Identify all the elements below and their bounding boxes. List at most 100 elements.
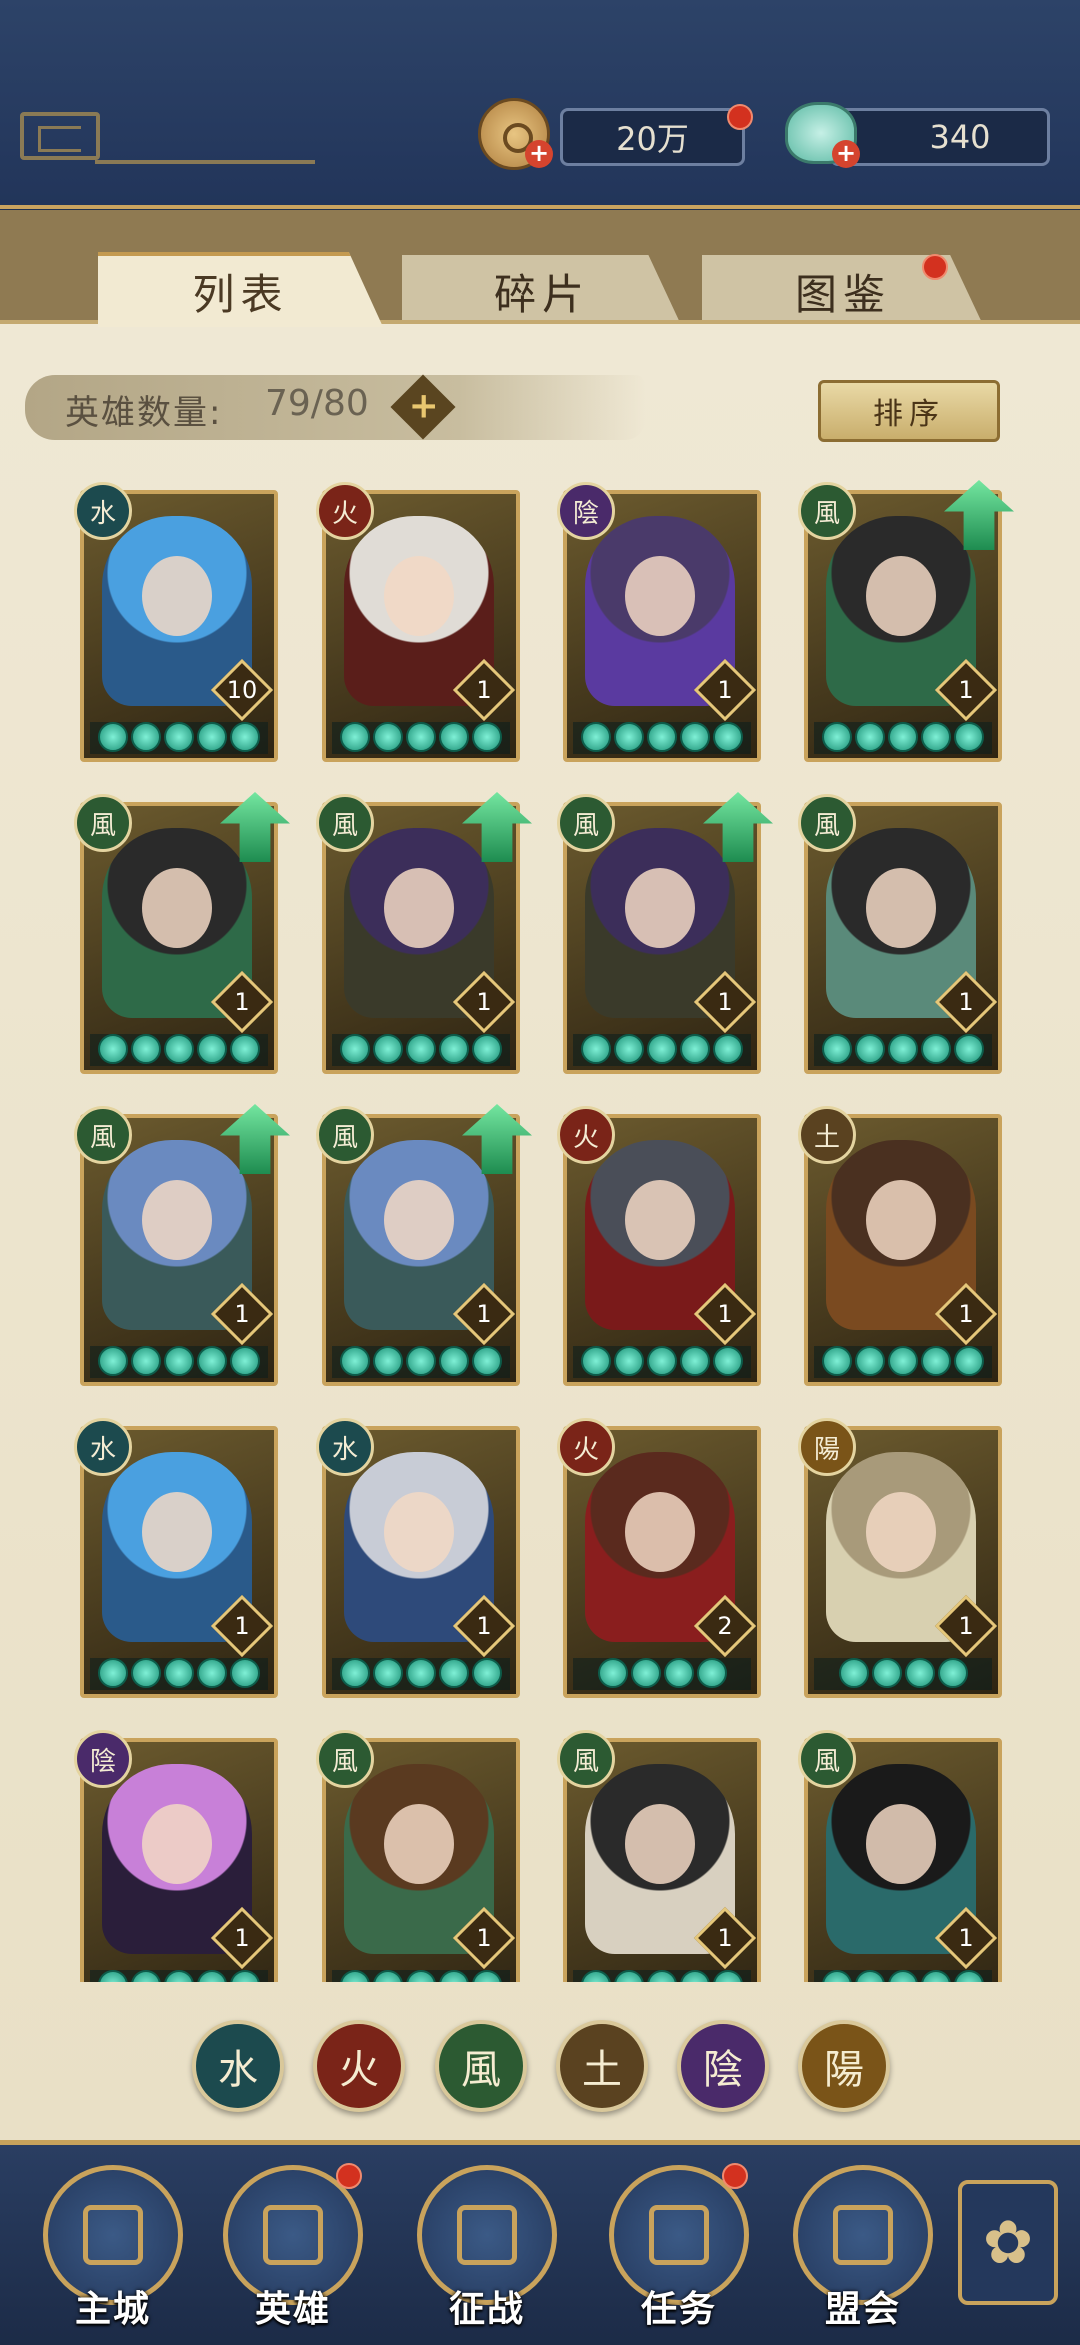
hero-card[interactable]: 陰1: [557, 482, 761, 762]
hero-card[interactable]: 火2: [557, 1418, 761, 1698]
hero-card[interactable]: 風1: [74, 1104, 290, 1386]
nav-item-0[interactable]: 主城: [38, 2165, 188, 2330]
filter-water-button[interactable]: 水: [192, 2020, 284, 2112]
hero-card[interactable]: 風1: [316, 1730, 520, 1982]
hero-level-value: 1: [234, 988, 250, 1016]
add-gems-button[interactable]: +: [832, 140, 860, 168]
jade-star-icon: [164, 1034, 194, 1064]
element-badge: 風: [74, 794, 132, 852]
nav-item-3[interactable]: 任务: [604, 2163, 754, 2330]
jade-star-icon: [131, 1346, 161, 1376]
jade-star-icon: [439, 1034, 469, 1064]
jade-star-icon: [131, 1970, 161, 1982]
top-resource-bar: [0, 0, 1080, 209]
element-badge: 風: [74, 1106, 132, 1164]
jade-star-icon: [921, 722, 951, 752]
jade-star-icon: [406, 722, 436, 752]
hero-card[interactable]: 風1: [316, 792, 532, 1074]
star-rating: [573, 1970, 751, 1982]
hero-card[interactable]: 風1: [798, 794, 1002, 1074]
hero-card[interactable]: 風1: [798, 480, 1014, 762]
jade-star-icon: [197, 1658, 227, 1688]
star-rating: [90, 1658, 268, 1690]
hero-card[interactable]: 水1: [74, 1418, 278, 1698]
jade-star-icon: [98, 722, 128, 752]
filter-yin-button[interactable]: 陰: [677, 2020, 769, 2112]
hero-card[interactable]: 火1: [557, 1106, 761, 1386]
tab-list[interactable]: 列表: [98, 252, 383, 327]
jade-star-icon: [164, 1970, 194, 1982]
jade-star-icon: [98, 1034, 128, 1064]
jade-star-icon: [164, 1658, 194, 1688]
hero-card[interactable]: 風1: [316, 1104, 532, 1386]
hero-level-value: 1: [234, 1924, 250, 1952]
tab-fragments[interactable]: 碎片: [402, 255, 682, 327]
coin-counter[interactable]: 20万: [560, 108, 745, 166]
jade-star-icon: [164, 1346, 194, 1376]
filter-earth-button[interactable]: 土: [556, 2020, 648, 2112]
add-coins-button[interactable]: +: [525, 140, 553, 168]
star-rating: [573, 1034, 751, 1066]
jade-star-icon: [904, 1658, 935, 1688]
element-badge: 土: [798, 1106, 856, 1164]
nav-item-1[interactable]: 英雄: [218, 2163, 368, 2330]
filter-fire-button[interactable]: 火: [313, 2020, 405, 2112]
hero-card[interactable]: 土1: [798, 1106, 1002, 1386]
hero-level-value: 1: [476, 1300, 492, 1328]
jade-star-icon: [197, 1034, 227, 1064]
jade-star-icon: [472, 722, 502, 752]
sort-button[interactable]: 排序: [818, 380, 1000, 442]
jade-star-icon: [614, 1970, 644, 1982]
hero-card[interactable]: 水1: [316, 1418, 520, 1698]
element-badge: 風: [798, 794, 856, 852]
jade-star-icon: [98, 1346, 128, 1376]
hero-card[interactable]: 風1: [557, 1730, 761, 1982]
hero-level-value: 1: [717, 1300, 733, 1328]
hero-level-value: 1: [958, 1924, 974, 1952]
star-rating: [332, 1034, 510, 1066]
tab-codex-label: 图鉴: [794, 269, 891, 319]
jade-star-icon: [131, 1658, 161, 1688]
element-badge: 陰: [74, 1730, 132, 1788]
jade-star-icon: [954, 1970, 984, 1982]
jade-star-icon: [472, 1658, 502, 1688]
element-badge: 火: [557, 1418, 615, 1476]
hero-level-value: 2: [717, 1612, 733, 1640]
jade-star-icon: [822, 722, 852, 752]
hero-level-value: 1: [958, 1300, 974, 1328]
hero-level-value: 1: [717, 988, 733, 1016]
flower-menu-icon[interactable]: ✿: [958, 2180, 1058, 2305]
star-rating: [332, 1658, 510, 1690]
coin-amount: 20万: [616, 120, 689, 158]
hero-card[interactable]: 風1: [74, 792, 290, 1074]
hero-level-value: 1: [958, 988, 974, 1016]
hero-card[interactable]: 風1: [557, 792, 773, 1074]
hero-card[interactable]: 風1: [798, 1730, 1002, 1982]
element-badge: 水: [74, 482, 132, 540]
filter-wind-button[interactable]: 風: [435, 2020, 527, 2112]
jade-star-icon: [340, 1034, 370, 1064]
hero-card[interactable]: 陰1: [74, 1730, 278, 1982]
star-rating: [814, 1970, 992, 1982]
jade-star-icon: [696, 1658, 727, 1688]
element-badge: 陽: [798, 1418, 856, 1476]
hero-card[interactable]: 水 10: [74, 482, 278, 762]
hero-card[interactable]: 火1: [316, 482, 520, 762]
gem-counter[interactable]: 340: [830, 108, 1050, 166]
element-filter-bar: [0, 1985, 1080, 2135]
star-rating: [573, 1658, 751, 1690]
jade-star-icon: [954, 1346, 984, 1376]
nav-item-4[interactable]: 盟会: [788, 2165, 938, 2330]
jade-star-icon: [406, 1346, 436, 1376]
jade-star-icon: [871, 1658, 902, 1688]
element-badge: 風: [316, 1730, 374, 1788]
jade-star-icon: [713, 1346, 743, 1376]
jade-star-icon: [855, 1970, 885, 1982]
jade-star-icon: [614, 1034, 644, 1064]
hero-level-value: 1: [958, 1612, 974, 1640]
nav-item-2[interactable]: 征战: [412, 2165, 562, 2330]
jade-star-icon: [680, 1970, 710, 1982]
filter-yang-button[interactable]: 陽: [798, 2020, 890, 2112]
nav-label: 征战: [448, 2289, 525, 2330]
hero-card[interactable]: 陽1: [798, 1418, 1002, 1698]
